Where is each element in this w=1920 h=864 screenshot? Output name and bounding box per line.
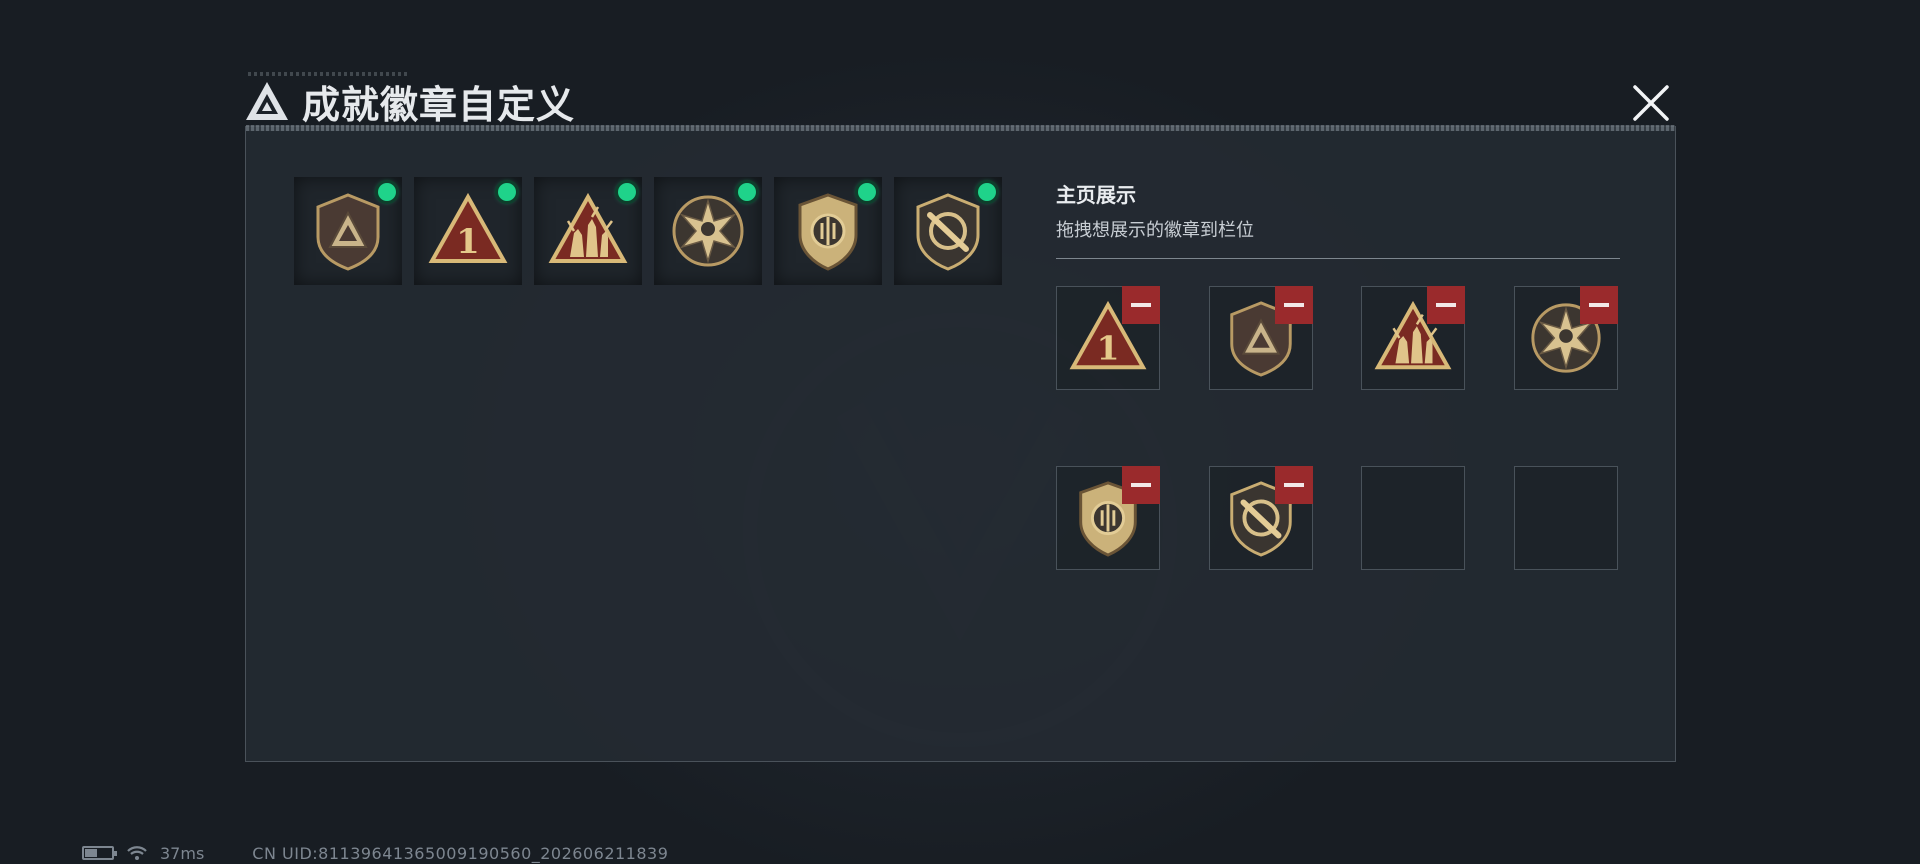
remove-badge-button[interactable] — [1427, 286, 1465, 324]
inventory-badge-slot[interactable] — [534, 177, 642, 285]
soldiers-triangle-badge-icon — [548, 192, 628, 263]
wifi-icon — [127, 846, 147, 860]
inventory-badge-slot[interactable]: 1 — [414, 177, 522, 285]
remove-badge-button[interactable] — [1275, 286, 1313, 324]
minus-icon — [1436, 303, 1456, 307]
equipped-indicator — [738, 183, 756, 201]
inventory-badge-slot[interactable] — [294, 177, 402, 285]
game-logo-icon — [246, 82, 288, 120]
minus-icon — [1131, 483, 1151, 487]
minus-icon — [1589, 303, 1609, 307]
svg-text:1: 1 — [1096, 328, 1119, 367]
divider — [1056, 258, 1620, 259]
display-slot[interactable] — [1361, 286, 1465, 390]
display-slot[interactable] — [1209, 286, 1313, 390]
close-icon — [1633, 85, 1669, 121]
inventory-badge-slot[interactable] — [654, 177, 762, 285]
equipped-indicator — [858, 183, 876, 201]
empty-display-slot[interactable] — [1514, 466, 1618, 570]
page-title: 成就徽章自定义 — [302, 82, 576, 127]
minus-icon — [1284, 483, 1304, 487]
ping-text: 37ms — [160, 843, 205, 863]
display-title: 主页展示 — [1056, 183, 1136, 207]
display-slot[interactable]: 1 — [1056, 286, 1160, 390]
display-slot[interactable] — [1056, 466, 1160, 570]
empty-display-slot[interactable] — [1361, 466, 1465, 570]
display-slot-grid: 1 — [1056, 286, 1618, 580]
homepage-display-section: 主页展示 拖拽想展示的徽章到栏位 — [1056, 179, 1620, 259]
panel-top-border — [246, 125, 1675, 131]
badge-inventory: 1 — [294, 177, 1002, 285]
equipped-indicator — [978, 183, 996, 201]
shield-triangle-badge-icon — [316, 193, 380, 271]
svg-text:1: 1 — [456, 222, 480, 262]
equipped-indicator — [618, 183, 636, 201]
display-subtitle: 拖拽想展示的徽章到栏位 — [1056, 220, 1254, 241]
uid-text: CN UID:8113964136500919056​0_20260621183… — [252, 843, 669, 863]
minus-icon — [1284, 303, 1304, 307]
title-bar: 成就徽章自定义 — [244, 76, 576, 127]
battery-icon — [82, 846, 117, 860]
badge-customization-panel: 1 主页展示 拖拽想展示的徽章到栏位 1 — [245, 125, 1676, 762]
remove-badge-button[interactable] — [1580, 286, 1618, 324]
display-slot[interactable] — [1514, 286, 1618, 390]
star-skull-badge-icon — [672, 195, 744, 267]
remove-badge-button[interactable] — [1122, 466, 1160, 504]
inventory-badge-slot[interactable] — [774, 177, 882, 285]
equipped-indicator — [498, 183, 516, 201]
close-button[interactable] — [1628, 80, 1674, 126]
inventory-badge-slot[interactable] — [894, 177, 1002, 285]
equipped-indicator — [378, 183, 396, 201]
status-bar: 37ms CN UID:8113964136500919056​0_202606… — [82, 843, 669, 863]
display-slot[interactable] — [1209, 466, 1313, 570]
remove-badge-button[interactable] — [1122, 286, 1160, 324]
crest-shield-badge-icon — [798, 193, 858, 271]
remove-badge-button[interactable] — [1275, 466, 1313, 504]
number-one-triangle-badge-icon: 1 — [428, 192, 508, 263]
knife-shield-badge-icon — [916, 193, 980, 271]
minus-icon — [1131, 303, 1151, 307]
